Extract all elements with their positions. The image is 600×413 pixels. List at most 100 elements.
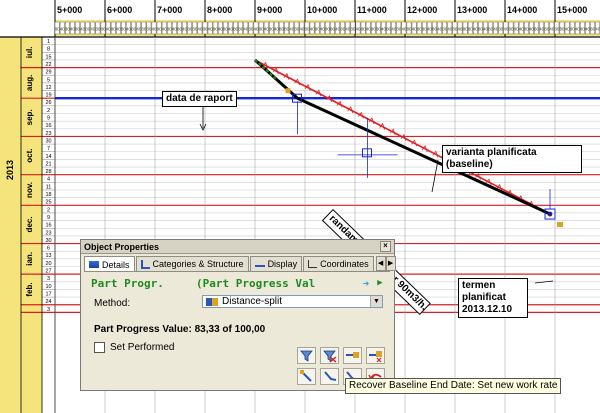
display-icon — [254, 261, 265, 267]
structure-icon — [140, 259, 150, 269]
chainage-label: 5+000 — [57, 5, 82, 15]
tab-details[interactable]: Details — [84, 256, 135, 272]
month-label: sep. — [25, 109, 34, 125]
week-label: 17 — [45, 291, 51, 297]
month-label: feb. — [25, 282, 34, 296]
week-label: 11 — [46, 184, 52, 190]
extend-icon — [300, 370, 312, 382]
arrow-right-icon[interactable]: ➔ — [359, 277, 373, 290]
week-label: 7 — [47, 146, 50, 152]
details-icon — [89, 261, 99, 268]
week-label: 14 — [45, 154, 51, 160]
callout-leader-baseline — [431, 159, 439, 193]
chainage-label: 6+000 — [107, 5, 132, 15]
month-label: dec. — [25, 216, 34, 232]
end-marker-dot — [547, 211, 553, 217]
week-label: 12 — [45, 85, 51, 91]
adjust-rate-button[interactable] — [320, 368, 339, 385]
tab-display[interactable]: Display — [249, 256, 303, 271]
object-properties-panel: Object Properties × Details Categories &… — [80, 239, 396, 391]
week-label: 2 — [47, 108, 50, 114]
week-label: 5 — [47, 77, 50, 83]
chainage-label: 14+000 — [507, 5, 537, 15]
arrow-right-small-icon[interactable]: ▶ — [373, 278, 387, 288]
month-label: nov. — [25, 182, 34, 198]
tooltip: Recover Baseline End Date: Set new work … — [345, 378, 562, 394]
chainage-label: 15+000 — [557, 5, 587, 15]
part-progress-title: Part Progr. — [91, 276, 164, 290]
tab-coordinates[interactable]: Coordinates — [303, 256, 374, 271]
week-label: 16 — [45, 123, 51, 129]
split-end-button[interactable] — [366, 347, 385, 364]
panel-title: Object Properties — [84, 241, 160, 252]
tab-label: Details — [102, 259, 130, 270]
week-label: 29 — [45, 70, 51, 76]
extend-button[interactable] — [297, 368, 316, 385]
year-label: 2013 — [5, 160, 15, 180]
method-value: Distance-split — [222, 296, 283, 307]
method-dropdown[interactable]: Distance-split ▼ — [202, 295, 383, 308]
panel-body: Part Progr. (Part Progress Val ➔ ▶ Metho… — [84, 271, 390, 388]
week-label: 4 — [47, 177, 50, 183]
tab-label: Categories & Structure — [152, 259, 244, 269]
month-label: iul. — [25, 47, 34, 59]
week-label: 3 — [47, 276, 50, 282]
week-label: 1 — [47, 39, 50, 45]
chainage-label: 11+000 — [357, 5, 387, 15]
chainage-label: 10+000 — [307, 5, 337, 15]
close-icon[interactable]: × — [380, 241, 391, 252]
part-progress-description: (Part Progress Val — [196, 276, 316, 290]
week-label: 20 — [45, 261, 51, 267]
progress-marker-square — [285, 88, 291, 94]
move-end-button[interactable] — [343, 347, 362, 364]
week-label: 6 — [47, 246, 50, 252]
callout-data-raport: data de raport — [162, 91, 237, 107]
filter-button[interactable] — [297, 347, 316, 364]
week-label: 30 — [45, 138, 51, 144]
panel-titlebar[interactable]: Object Properties × — [81, 240, 394, 254]
distance-split-icon — [206, 297, 218, 306]
tab-label: Display — [267, 259, 298, 269]
set-performed-label: Set Performed — [110, 342, 175, 353]
chevron-down-icon[interactable]: ▼ — [370, 296, 382, 307]
week-label: 8 — [47, 47, 50, 53]
week-label: 13 — [45, 253, 51, 259]
app-root: 5+000 6+000 7+000 8+000 9+000 10+000 11+000 12+… — [0, 0, 600, 413]
tab-label: Coordinates — [320, 259, 369, 269]
chainage-label: 7+000 — [157, 5, 182, 15]
week-label: 23 — [45, 230, 51, 236]
week-label: 9 — [47, 116, 50, 122]
week-label: 18 — [45, 192, 51, 198]
method-label: Method: — [94, 298, 131, 309]
part-progress-row: Part Progr. (Part Progress Val ➔ ▶ — [91, 276, 387, 290]
chevron-right-icon[interactable]: ▶ — [385, 256, 396, 271]
adjust-rate-icon — [324, 371, 337, 381]
move-end-icon — [346, 352, 359, 358]
week-label: 2 — [47, 207, 50, 213]
callout-termen: termen planificat 2013.12.10 — [458, 278, 528, 318]
callout-baseline: varianta planificata (baseline) — [442, 145, 582, 173]
chevron-left-icon[interactable]: ◀ — [375, 256, 386, 271]
week-label: 10 — [45, 284, 51, 290]
progress-label: Part Progress Value: — [94, 324, 192, 335]
filter-icon — [300, 350, 313, 362]
progress-value: 83,33 of 100,00 — [194, 324, 266, 335]
week-label: 15 — [45, 54, 51, 60]
month-label: ian. — [25, 252, 34, 266]
chainage-label: 12+000 — [407, 5, 437, 15]
tab-scroll: ◀ ▶ — [375, 256, 396, 271]
month-label: aug. — [25, 75, 34, 91]
checkbox-box[interactable] — [94, 342, 105, 353]
clear-filter-button[interactable] — [320, 347, 339, 364]
chainage-label: 8+000 — [207, 5, 232, 15]
week-label: 9 — [47, 215, 50, 221]
end-marker-square — [557, 222, 563, 228]
month-label: oct. — [25, 148, 34, 162]
chainage-label: 13+000 — [457, 5, 487, 15]
set-performed-checkbox[interactable]: Set Performed — [94, 342, 174, 353]
week-label: 21 — [45, 161, 51, 167]
tab-categories-structure[interactable]: Categories & Structure — [135, 256, 249, 271]
week-label: 16 — [45, 223, 51, 229]
mid-marker-box — [362, 148, 372, 158]
coordinates-icon — [308, 260, 318, 268]
